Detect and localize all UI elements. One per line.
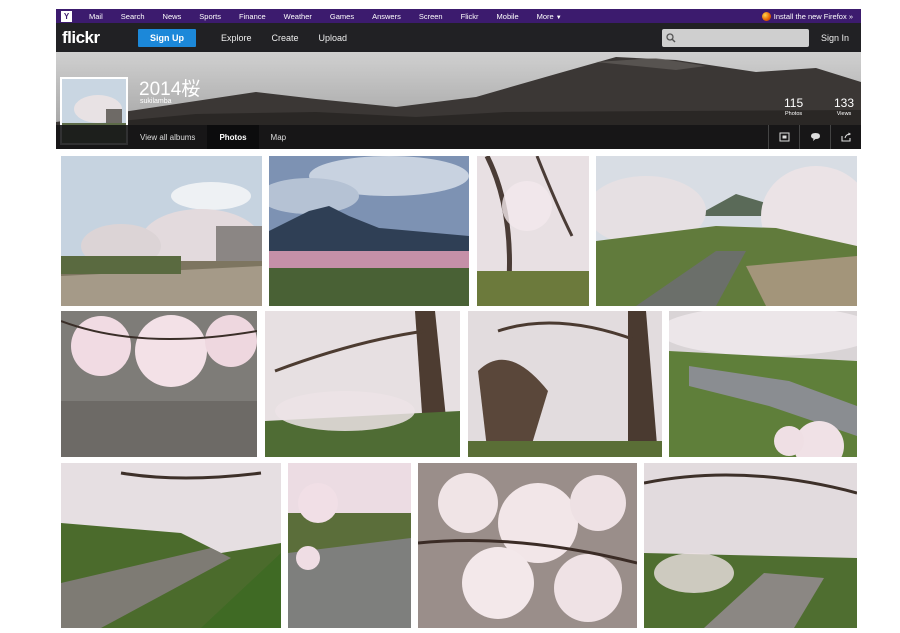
album-subnav: View all albums Photos Map <box>56 125 861 149</box>
photo-image <box>269 156 469 306</box>
yahoo-link-sports[interactable]: Sports <box>199 12 221 21</box>
flickr-header: flickr Sign Up Explore Create Upload Sig… <box>56 23 861 52</box>
install-firefox-label: Install the new Firefox » <box>773 11 853 21</box>
photo-image <box>644 463 857 628</box>
photo-tile[interactable] <box>468 311 662 457</box>
album-title: 2014桜 <box>139 79 201 100</box>
sign-up-button[interactable]: Sign Up <box>138 28 196 47</box>
photo-tile[interactable] <box>669 311 857 457</box>
photo-image <box>61 463 281 628</box>
search-input[interactable] <box>661 28 809 47</box>
photo-image <box>288 463 411 628</box>
comment-button[interactable] <box>799 125 830 149</box>
tab-photos[interactable]: Photos <box>207 125 259 149</box>
flickr-logo[interactable]: flickr <box>62 28 138 48</box>
slideshow-button[interactable] <box>768 125 799 149</box>
yahoo-link-news[interactable]: News <box>163 12 182 21</box>
views-count: 133 <box>834 96 855 110</box>
firefox-icon <box>761 11 771 21</box>
views-stat: 133 Views <box>834 96 854 117</box>
nav-create[interactable]: Create <box>272 33 299 43</box>
album-cover: 2014桜 sukilamba 115 Photos 133 Views Vie… <box>56 52 861 149</box>
photo-image <box>61 311 257 457</box>
photo-tile[interactable] <box>265 311 460 457</box>
photo-tile[interactable] <box>61 463 281 628</box>
more-label: More <box>536 11 554 21</box>
photo-image <box>418 463 637 628</box>
photo-image <box>265 311 460 457</box>
slideshow-icon <box>779 132 789 142</box>
album-owner[interactable]: sukilamba <box>140 98 172 105</box>
photos-stat: 115 Photos <box>784 96 803 117</box>
yahoo-link-screen[interactable]: Screen <box>419 12 443 21</box>
share-button[interactable] <box>830 125 861 149</box>
yahoo-link-weather[interactable]: Weather <box>284 12 312 21</box>
nav-explore[interactable]: Explore <box>221 33 252 43</box>
photos-count: 115 <box>784 96 804 110</box>
photo-tile[interactable] <box>596 156 857 306</box>
yahoo-link-games[interactable]: Games <box>330 12 354 21</box>
photo-tile[interactable] <box>477 156 589 306</box>
yahoo-link-mobile[interactable]: Mobile <box>497 12 519 21</box>
nav-upload[interactable]: Upload <box>319 33 348 43</box>
photo-tile[interactable] <box>61 311 257 457</box>
yahoo-logo-icon[interactable]: Y <box>61 10 72 22</box>
yahoo-bar: Y Mail Search News Sports Finance Weathe… <box>56 9 861 23</box>
photo-tile[interactable] <box>288 463 411 628</box>
install-firefox-link[interactable]: Install the new Firefox » <box>761 11 853 21</box>
photo-image <box>468 311 662 457</box>
share-icon <box>840 132 851 142</box>
photo-tile[interactable] <box>644 463 857 628</box>
photo-image <box>61 156 262 306</box>
chevron-down-icon: ▼ <box>555 14 562 21</box>
yahoo-link-search[interactable]: Search <box>121 12 145 21</box>
photos-label: Photos <box>785 111 803 117</box>
photo-image <box>596 156 857 306</box>
comment-icon <box>810 133 820 141</box>
yahoo-link-flickr[interactable]: Flickr <box>461 12 479 21</box>
photo-image <box>669 311 857 457</box>
photo-tile[interactable] <box>61 156 262 306</box>
search-icon <box>666 32 676 42</box>
photo-tile[interactable] <box>418 463 637 628</box>
photo-tile[interactable] <box>269 156 469 306</box>
yahoo-link-answers[interactable]: Answers <box>372 12 401 21</box>
yahoo-more-menu[interactable]: More ▼ <box>537 12 562 21</box>
sign-in-link[interactable]: Sign In <box>821 33 849 43</box>
tab-map[interactable]: Map <box>259 125 299 149</box>
yahoo-link-mail[interactable]: Mail <box>89 12 103 21</box>
views-label: Views <box>836 111 852 117</box>
photo-image <box>477 156 589 306</box>
yahoo-link-finance[interactable]: Finance <box>239 12 266 21</box>
tab-view-all-albums[interactable]: View all albums <box>128 125 207 149</box>
